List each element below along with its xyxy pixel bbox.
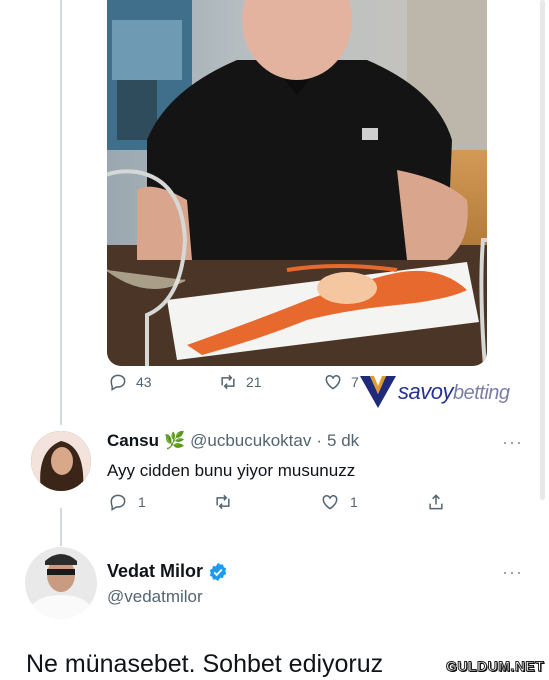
more-options-icon[interactable]: ··· <box>502 432 523 453</box>
reply-icon <box>110 374 126 391</box>
timestamp[interactable]: 5 dk <box>327 431 359 451</box>
thread-connector-line <box>60 0 62 425</box>
display-name[interactable]: Cansu <box>107 431 159 451</box>
photo-man-with-langoustine <box>107 0 487 366</box>
retweet-count: 21 <box>246 374 262 390</box>
share-icon <box>429 494 443 510</box>
thread-connector-line <box>60 508 62 546</box>
retweet-action[interactable]: 21 <box>218 372 262 392</box>
more-options-icon[interactable]: ··· <box>502 562 523 583</box>
author-tweet-text: Ne münasebet. Sohbet ediyoruz <box>26 650 384 678</box>
retweet-action[interactable] <box>213 492 233 512</box>
user-handle[interactable]: @ucbucukoktav <box>190 431 311 451</box>
retweet-icon <box>221 374 235 390</box>
reply-count: 1 <box>138 494 146 510</box>
watermark-brand: savoybetting <box>398 379 510 404</box>
savoybetting-watermark: savoybetting <box>358 374 510 410</box>
savoy-v-logo-icon <box>360 376 396 408</box>
heart-icon <box>322 494 338 510</box>
verified-badge-icon <box>209 562 227 581</box>
author-handle[interactable]: @vedatmilor <box>107 587 203 607</box>
scrollbar[interactable] <box>540 0 545 500</box>
separator-dot: · <box>316 431 323 450</box>
avatar-image <box>25 547 97 619</box>
author-header: Vedat Milor <box>107 561 228 582</box>
like-action[interactable]: 1 <box>320 492 358 512</box>
like-count: 1 <box>350 494 358 510</box>
author-display-name[interactable]: Vedat Milor <box>107 561 203 582</box>
like-action[interactable]: 7 <box>323 372 359 392</box>
reply-header: Cansu 🌿 @ucbucukoktav · 5 dk <box>107 431 359 451</box>
retweet-icon <box>216 494 230 510</box>
reply-icon <box>110 494 126 511</box>
tweet-photo[interactable] <box>107 0 487 366</box>
share-action[interactable] <box>426 492 446 512</box>
avatar[interactable] <box>31 431 91 491</box>
heart-icon <box>325 374 341 390</box>
avatar-image <box>31 431 91 491</box>
leaf-badge-icon: 🌿 <box>163 431 186 450</box>
reply-text: Ayy cidden bunu yiyor musunuzz <box>107 461 356 480</box>
reply-action-bar: 1 1 <box>108 492 448 518</box>
author-avatar[interactable] <box>25 547 97 619</box>
reply-action[interactable]: 1 <box>108 492 146 512</box>
site-watermark: GULDUM.NET <box>445 658 545 675</box>
reply-count: 43 <box>136 374 152 390</box>
reply-action[interactable]: 43 <box>108 372 152 392</box>
